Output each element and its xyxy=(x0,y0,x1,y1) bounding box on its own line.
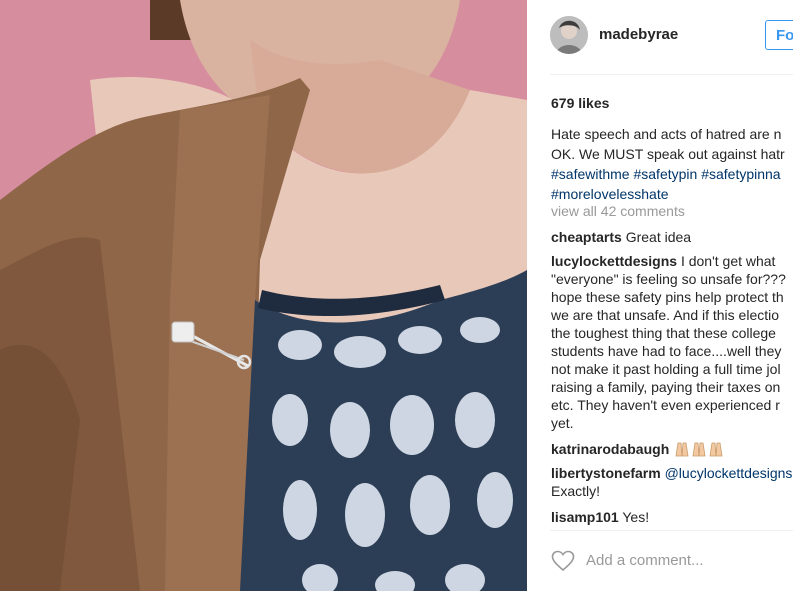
comment-text: "everyone" is feeling so unsafe for??? xyxy=(551,271,786,287)
header-divider xyxy=(550,74,793,75)
caption-hashtags[interactable]: #safewithme #safetypin #safetypinna xyxy=(551,164,793,184)
comment-text: not make it past holding a full time jol xyxy=(551,361,781,377)
comment-text: the toughest thing that these college xyxy=(551,325,776,341)
comment: lucylockettdesigns I don't get what "eve… xyxy=(551,252,786,432)
post-photo[interactable] xyxy=(0,0,527,591)
comment-username[interactable]: katrinarodabaugh xyxy=(551,441,669,457)
comment-text: students have had to face....well they xyxy=(551,343,782,359)
caption-line: OK. We MUST speak out against hatr xyxy=(551,146,785,162)
heart-outline-icon[interactable] xyxy=(551,550,575,572)
post-username[interactable]: madebyrae xyxy=(599,26,678,43)
comment-mention[interactable]: @lucylockettdesigns xyxy=(665,465,793,481)
post-photo-illustration xyxy=(0,0,527,591)
comment-username[interactable]: lucylockettdesigns xyxy=(551,253,677,269)
comment-text: Exactly! xyxy=(551,483,601,499)
comment-text: Great idea xyxy=(625,229,692,245)
view-all-comments-link[interactable]: view all 42 comments xyxy=(551,203,685,219)
comment: cheaptarts Great idea xyxy=(551,228,691,246)
comments-panel: madebyrae Fo 679 likes Hate speech and a… xyxy=(527,0,793,591)
comment-text: raising a family, paying their taxes on xyxy=(551,379,781,395)
likes-count[interactable]: 679 likes xyxy=(551,95,609,111)
comments-divider xyxy=(550,530,793,531)
comment-text: hope these safety pins help protect th xyxy=(551,289,784,305)
caption-line: Hate speech and acts of hatred are n xyxy=(551,126,782,142)
folded-hands-emoji-icon xyxy=(673,441,725,461)
comment-text: I don't get what xyxy=(680,253,776,269)
post-caption: Hate speech and acts of hatred are n OK.… xyxy=(551,124,793,204)
comment-text: yet. xyxy=(551,415,574,431)
comment-username[interactable]: libertystonefarm xyxy=(551,465,661,481)
comment: lisamp101 Yes! xyxy=(551,508,649,526)
comment: libertystonefarm @lucylockettdesigns Exa… xyxy=(551,464,792,500)
comment: katrinarodabaugh xyxy=(551,440,725,461)
comment-text: etc. They haven't even experienced r xyxy=(551,397,780,413)
post-header: madebyrae Fo xyxy=(527,0,793,74)
follow-button[interactable]: Fo xyxy=(765,20,793,50)
comment-username[interactable]: cheaptarts xyxy=(551,229,622,245)
avatar[interactable] xyxy=(550,16,588,54)
comment-text: Yes! xyxy=(622,509,650,525)
comment-username[interactable]: lisamp101 xyxy=(551,509,619,525)
comment-text: we are that unsafe. And if this electio xyxy=(551,307,780,323)
add-comment-input[interactable]: Add a comment... xyxy=(586,552,704,569)
caption-hashtags[interactable]: #morelovelesshate xyxy=(551,184,793,204)
